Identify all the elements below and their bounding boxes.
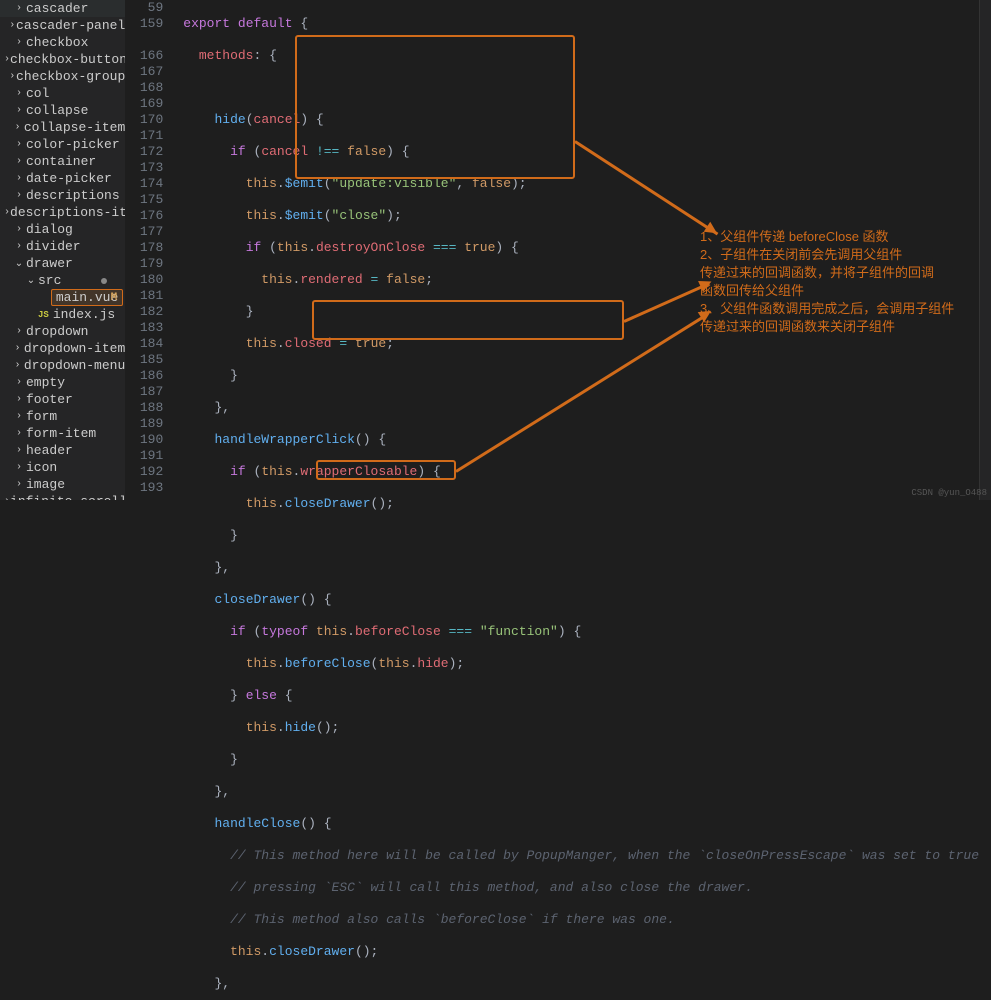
watermark: CSDN @yun_O488 (911, 488, 987, 498)
line-number: 181 (125, 288, 163, 304)
chevron-right-icon: › (8, 71, 16, 82)
line-number: 182 (125, 304, 163, 320)
tree-item-date-picker[interactable]: ›date-picker (0, 170, 125, 187)
chevron-right-icon: › (12, 139, 26, 150)
line-number: 192 (125, 464, 163, 480)
line-number: 175 (125, 192, 163, 208)
line-number: 178 (125, 240, 163, 256)
line-number: 183 (125, 320, 163, 336)
chevron-right-icon: › (12, 428, 26, 439)
tree-item-header[interactable]: ›header (0, 442, 125, 459)
tree-item-image[interactable]: ›image (0, 476, 125, 493)
annotation-text: 1、父组件传递 beforeClose 函数 2、子组件在关闭前会先调用父组件 … (700, 228, 954, 336)
line-number: 166 (125, 48, 163, 64)
chevron-right-icon: › (12, 394, 26, 405)
chevron-down-icon: ⌄ (24, 275, 38, 287)
chevron-right-icon: › (12, 37, 26, 48)
tree-item-main.vue[interactable]: main.vueM (0, 289, 125, 306)
tree-item-dropdown-item[interactable]: ›dropdown-item (0, 340, 125, 357)
tree-item-checkbox-button[interactable]: ›checkbox-button (0, 51, 125, 68)
line-number: 168 (125, 80, 163, 96)
chevron-right-icon: › (12, 88, 26, 99)
tree-item-collapse[interactable]: ›collapse (0, 102, 125, 119)
tree-item-checkbox-group[interactable]: ›checkbox-group (0, 68, 125, 85)
line-number: 177 (125, 224, 163, 240)
line-number (125, 32, 163, 48)
line-number: 191 (125, 448, 163, 464)
minimap[interactable] (979, 0, 991, 500)
line-number: 179 (125, 256, 163, 272)
line-number: 186 (125, 368, 163, 384)
tree-item-infinite-scroll[interactable]: ›infinite-scroll (0, 493, 125, 500)
tree-item-col[interactable]: ›col (0, 85, 125, 102)
line-number: 193 (125, 480, 163, 496)
chevron-right-icon: › (11, 360, 24, 371)
tree-item-icon[interactable]: ›icon (0, 459, 125, 476)
tree-item-empty[interactable]: ›empty (0, 374, 125, 391)
line-number: 167 (125, 64, 163, 80)
tree-item-cascader-panel[interactable]: ›cascader-panel (0, 17, 125, 34)
tree-item-checkbox[interactable]: ›checkbox (0, 34, 125, 51)
tree-item-cascader[interactable]: ›cascader (0, 0, 125, 17)
file-explorer[interactable]: ›cascader›cascader-panel›checkbox›checkb… (0, 0, 125, 500)
tree-item-descriptions-item[interactable]: ›descriptions-item (0, 204, 125, 221)
line-number: 173 (125, 160, 163, 176)
line-number: 59 (125, 0, 163, 16)
tree-item-form-item[interactable]: ›form-item (0, 425, 125, 442)
chevron-right-icon: › (12, 173, 26, 184)
tree-item-dialog[interactable]: ›dialog (0, 221, 125, 238)
chevron-right-icon: › (12, 445, 26, 456)
tree-item-dropdown-menu[interactable]: ›dropdown-menu (0, 357, 125, 374)
line-number: 159 (125, 16, 163, 32)
tree-item-color-picker[interactable]: ›color-picker (0, 136, 125, 153)
line-number: 188 (125, 400, 163, 416)
chevron-right-icon: › (12, 479, 26, 490)
line-number: 172 (125, 144, 163, 160)
tree-item-index.js[interactable]: JSindex.js (0, 306, 125, 323)
chevron-right-icon: › (12, 377, 26, 388)
line-number: 184 (125, 336, 163, 352)
chevron-right-icon: › (12, 105, 26, 116)
tree-item-form[interactable]: ›form (0, 408, 125, 425)
chevron-right-icon: › (12, 462, 26, 473)
chevron-right-icon: › (11, 122, 24, 133)
chevron-right-icon: › (12, 241, 26, 252)
tree-item-container[interactable]: ›container (0, 153, 125, 170)
line-number: 190 (125, 432, 163, 448)
tree-item-collapse-item[interactable]: ›collapse-item (0, 119, 125, 136)
line-number: 169 (125, 96, 163, 112)
chevron-right-icon: › (12, 411, 26, 422)
chevron-right-icon: › (12, 3, 26, 14)
tree-item-divider[interactable]: ›divider (0, 238, 125, 255)
tree-item-footer[interactable]: ›footer (0, 391, 125, 408)
line-gutter: 5915916616716816917017117217317417517617… (125, 0, 175, 500)
line-number: 171 (125, 128, 163, 144)
tree-item-dropdown[interactable]: ›dropdown (0, 323, 125, 340)
line-number: 176 (125, 208, 163, 224)
chevron-right-icon: › (8, 20, 16, 31)
line-number: 180 (125, 272, 163, 288)
tree-item-descriptions[interactable]: ›descriptions (0, 187, 125, 204)
chevron-right-icon: › (12, 156, 26, 167)
line-number: 189 (125, 416, 163, 432)
chevron-right-icon: › (12, 190, 26, 201)
chevron-right-icon: › (11, 343, 24, 354)
modified-badge: M (111, 292, 118, 304)
chevron-right-icon: › (12, 326, 26, 337)
tree-item-src[interactable]: ⌄src (0, 272, 125, 289)
line-number: 174 (125, 176, 163, 192)
line-number: 187 (125, 384, 163, 400)
line-number: 170 (125, 112, 163, 128)
chevron-right-icon: › (12, 224, 26, 235)
chevron-down-icon: ⌄ (12, 258, 26, 270)
line-number: 185 (125, 352, 163, 368)
js-icon: JS (38, 310, 49, 320)
tree-item-drawer[interactable]: ⌄drawer (0, 255, 125, 272)
modified-dot (101, 278, 107, 284)
